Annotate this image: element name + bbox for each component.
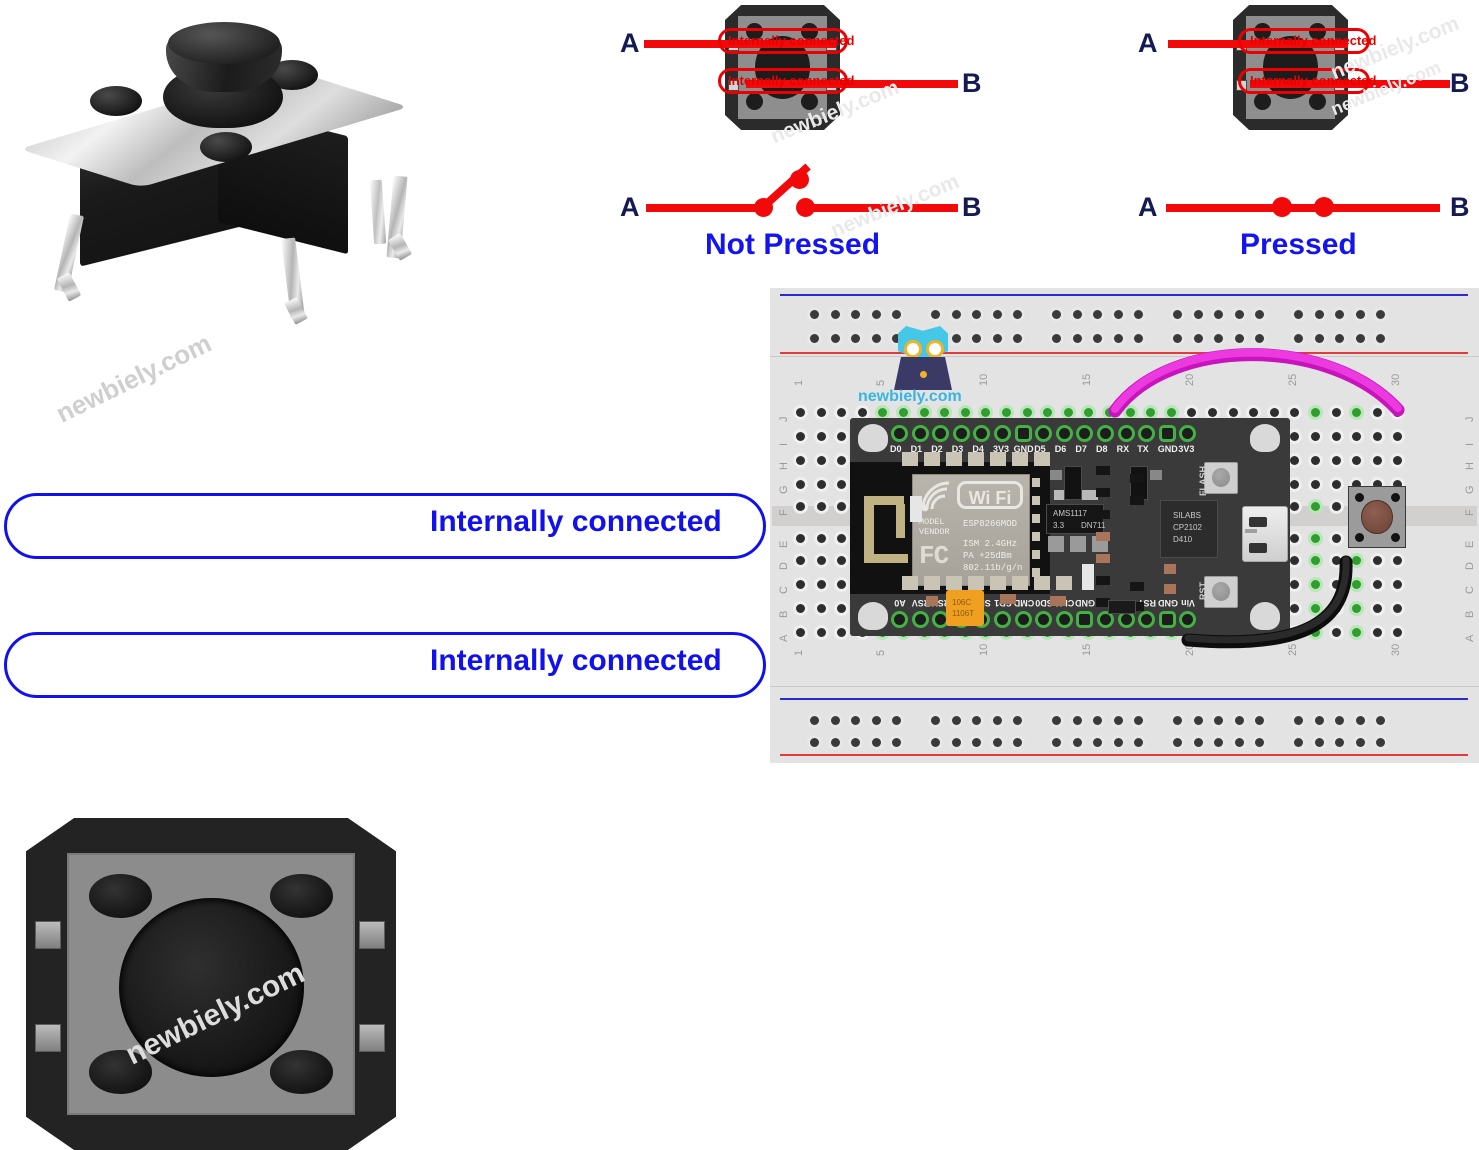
not-pressed-title: Not Pressed (705, 228, 881, 261)
breadboard-wiring-diagram: J J I I H H G G F F E E D D C C B B A A 1 1 5 5 10 10 15 15 20 20 25 25… (770, 288, 1479, 763)
switch-pad-br (1308, 92, 1327, 110)
switch-lug-4 (359, 1023, 385, 1053)
schematic-closed-lead (1166, 204, 1440, 212)
terminal-b-label: B (1450, 68, 1470, 98)
switch-leg-4 (369, 179, 387, 245)
switch-leg-2-foot (284, 297, 308, 325)
schematic-terminal-b: B (1450, 192, 1470, 222)
schematic-blade-tip-dot (790, 170, 809, 189)
signal-jumper-wire-shadow (1108, 348, 1405, 418)
watermark: newbiely.com (51, 327, 216, 429)
switch-pad-bl (745, 92, 763, 110)
internal-connection-label-top: Internally connected (728, 33, 855, 48)
switch-lug-1 (35, 920, 62, 950)
push-button-photo (18, 8, 448, 338)
tutorial-illustration: Internally connected Internally connecte… (0, 0, 1479, 1150)
internal-connection-label-top: Internally connected (430, 505, 722, 538)
pressed-schematic: A B Pressed (1110, 160, 1479, 270)
switch-pad-bl (88, 1050, 152, 1094)
terminal-b-label: B (962, 68, 982, 98)
switch-pad-tr (270, 874, 334, 918)
schematic-terminal-a: A (1138, 192, 1158, 222)
switch-top-view-panel: newbiely.com newbiely.com Internally con… (0, 328, 770, 1150)
switch-top-view-large (26, 818, 396, 1150)
switch-pad-br (800, 92, 819, 110)
switch-pad-tl (88, 874, 152, 918)
schematic-contact-dot-right (1314, 197, 1334, 217)
not-pressed-schematic: A B newbiely.com Not Pressed (600, 160, 1000, 270)
switch-dome (118, 897, 304, 1077)
schematic-terminal-b: B (962, 192, 982, 222)
internal-connection-label-bottom: Internally connected (1250, 73, 1377, 88)
schematic-right-lead (806, 204, 958, 212)
pressed-panel: Internally connected Internally connecte… (1110, 0, 1479, 270)
plunger-cap (168, 22, 280, 64)
pressed-title: Pressed (1240, 228, 1357, 261)
schematic-terminal-a: A (620, 192, 640, 222)
schematic-left-lead (646, 204, 762, 212)
schematic-contact-dot-left (1272, 197, 1292, 217)
jumper-wires (1108, 348, 1405, 649)
switch-leg-1-foot (56, 272, 82, 302)
switch-lug-3 (35, 1023, 62, 1053)
ground-jumper-wire-shadow (1181, 555, 1353, 649)
terminal-a-label: A (620, 28, 640, 58)
internal-connection-label-bottom: Internally connected (728, 73, 855, 88)
plate-nub-front (200, 132, 252, 162)
internal-connection-label-top: Internally connected (1250, 33, 1377, 48)
plate-nub-left (90, 86, 142, 116)
switch-pad-br (270, 1050, 334, 1094)
switch-pad-bl (1253, 92, 1271, 110)
switch-lug-2 (359, 920, 385, 950)
terminal-a-label: A (1138, 28, 1158, 58)
not-pressed-panel: Internally connected Internally connecte… (600, 0, 1000, 270)
internal-connection-label-bottom: Internally connected (430, 644, 722, 677)
